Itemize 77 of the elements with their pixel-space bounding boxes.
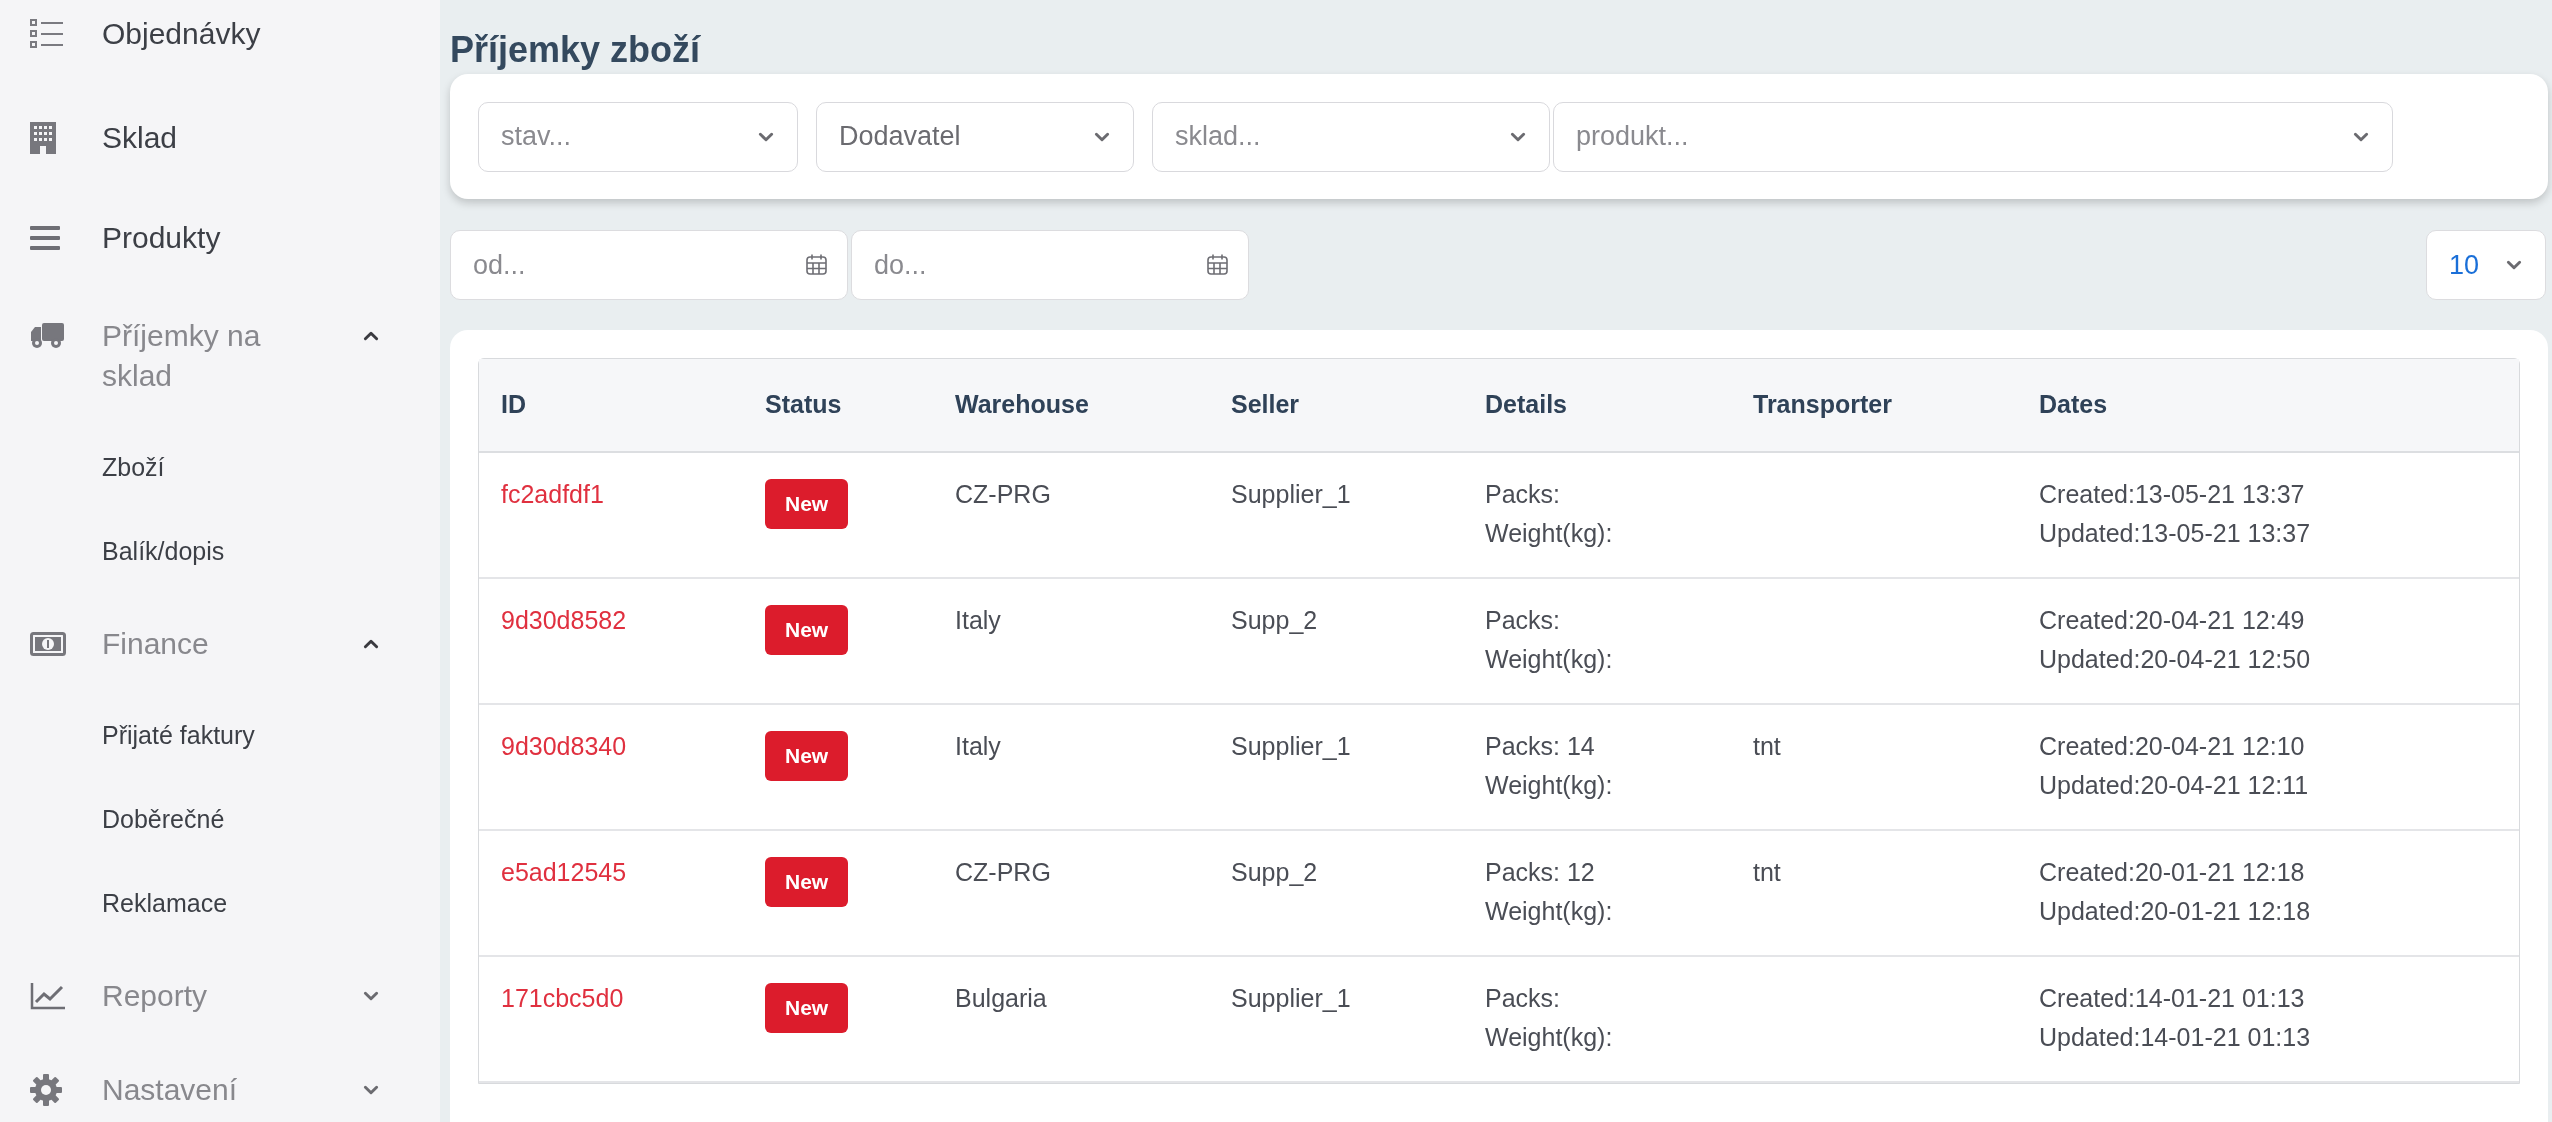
table-cell: Supplier_1 <box>1231 732 1351 760</box>
select-field[interactable]: stav... <box>478 101 798 172</box>
table-cell: CZ-PRG <box>955 480 1051 508</box>
sidebar-link[interactable]: Sklad <box>102 118 302 158</box>
page-title: Příjemky zboží <box>450 28 701 72</box>
table-cell-text: Updated:14-01-21 01:13 <box>2039 1022 2311 1053</box>
select-field[interactable]: sklad... <box>1152 101 1550 172</box>
sidebar-group-toggle[interactable]: Finance <box>102 624 302 664</box>
table-cell-text: Created:14-01-21 01:13 <box>2039 983 2305 1014</box>
table-cell-text: Weight(kg): <box>1485 644 1613 675</box>
table-cell-text: Weight(kg): <box>1485 896 1613 927</box>
sidebar-group-toggle[interactable]: Příjemky na sklad <box>102 316 302 396</box>
table-cell: Supplier_1 <box>1231 480 1351 508</box>
table-cell: Italy <box>955 606 1001 634</box>
date-field[interactable]: od... <box>450 230 848 300</box>
page-size-select[interactable]: 10 <box>2426 230 2546 300</box>
table-cell: tnt <box>1753 732 1781 760</box>
order-id-link[interactable]: fc2adfdf1 <box>501 480 604 508</box>
column-header: Warehouse <box>955 390 1089 419</box>
status-badge: New <box>765 857 849 907</box>
table-cell-text: Updated:20-04-21 12:50 <box>2039 644 2311 675</box>
table-cell-text: Updated:20-01-21 12:18 <box>2039 896 2311 927</box>
table-cell: Supp_2 <box>1231 858 1318 886</box>
table-cell-text: Packs: <box>1485 983 1561 1014</box>
table-cell: Supplier_1 <box>1231 984 1351 1012</box>
order-id-link[interactable]: 9d30d8340 <box>501 732 627 760</box>
column-header: Status <box>765 390 842 419</box>
status-badge: New <box>765 605 849 655</box>
sidebar-subitem[interactable]: Doběrečné <box>102 801 225 839</box>
calendar-icon <box>1206 253 1230 277</box>
table-cell: CZ-PRG <box>955 858 1051 886</box>
status-badge: New <box>765 479 849 529</box>
table-cell-text: Weight(kg): <box>1485 518 1613 549</box>
table-cell-text: Updated:13-05-21 13:37 <box>2039 518 2311 549</box>
line-chart-icon <box>30 982 66 1010</box>
sidebar-link[interactable]: Produkty <box>102 218 302 258</box>
sidebar-group-toggle[interactable]: Reporty <box>102 976 302 1016</box>
table-cell-text: Weight(kg): <box>1485 1022 1613 1053</box>
column-header: Seller <box>1231 390 1300 419</box>
table-cell-text: Created:20-01-21 12:18 <box>2039 857 2305 888</box>
banknote-icon <box>30 632 66 656</box>
column-header: ID <box>501 390 526 419</box>
column-header: Details <box>1485 390 1567 419</box>
select-field[interactable]: Dodavatel <box>816 101 1134 172</box>
order-id-link[interactable]: 171cbc5d0 <box>501 984 624 1012</box>
table-cell-text: Created:13-05-21 13:37 <box>2039 479 2305 510</box>
table-cell-text: Updated:20-04-21 12:11 <box>2039 770 2309 801</box>
table-cell-text: Weight(kg): <box>1485 770 1613 801</box>
sidebar-link[interactable]: Objednávky <box>102 14 302 54</box>
table-cell-text: Packs: 14 <box>1485 731 1595 762</box>
column-header: Dates <box>2039 390 2108 419</box>
table-cell: tnt <box>1753 858 1781 886</box>
truck-icon <box>30 323 64 349</box>
table-cell-text: Packs: 12 <box>1485 857 1595 888</box>
sidebar-subitem[interactable]: Zboží <box>102 449 165 487</box>
date-field[interactable]: do... <box>851 230 1249 300</box>
table-cell: Bulgaria <box>955 984 1047 1012</box>
table-cell-text: Created:20-04-21 12:10 <box>2039 731 2305 762</box>
sidebar-subitem[interactable]: Balík/dopis <box>102 533 225 571</box>
table-cell: Italy <box>955 732 1001 760</box>
table-cell-text: Created:20-04-21 12:49 <box>2039 605 2305 636</box>
status-badge: New <box>765 983 849 1033</box>
select-field[interactable]: produkt... <box>1553 101 2393 172</box>
sidebar-subitem[interactable]: Přijaté faktury <box>102 717 255 755</box>
menu-icon <box>30 226 60 250</box>
table-cell: Supp_2 <box>1231 606 1318 634</box>
sidebar-subitem[interactable]: Reklamace <box>102 885 228 923</box>
order-id-link[interactable]: 9d30d8582 <box>501 606 627 634</box>
order-id-link[interactable]: e5ad12545 <box>501 858 627 886</box>
status-badge: New <box>765 731 849 781</box>
building-icon <box>30 122 56 154</box>
sidebar-group-toggle[interactable]: Nastavení <box>102 1070 302 1110</box>
table-cell-text: Packs: <box>1485 605 1561 636</box>
table-cell-text: Packs: <box>1485 479 1561 510</box>
column-header: Transporter <box>1753 390 1892 419</box>
calendar-icon <box>805 253 829 277</box>
list-icon <box>30 19 64 49</box>
